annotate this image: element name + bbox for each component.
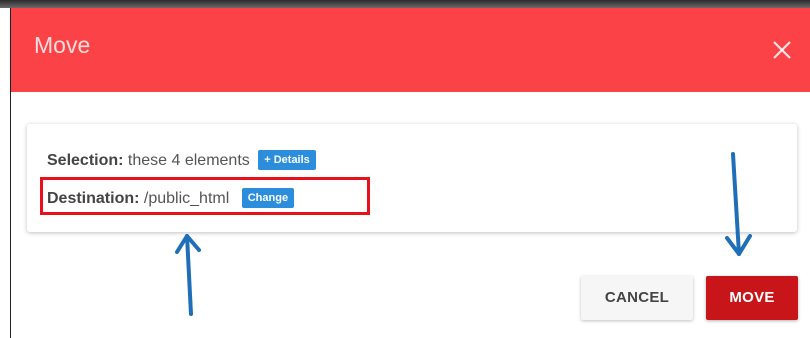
move-dialog: Move Selection: these 4 elements + Detai… (10, 8, 810, 338)
selection-label: Selection: (47, 152, 124, 169)
details-button[interactable]: + Details (258, 150, 316, 170)
close-icon[interactable] (765, 33, 799, 67)
dialog-header: Move (11, 8, 810, 92)
cancel-button[interactable]: CANCEL (581, 276, 693, 320)
arrow-down-icon (725, 152, 752, 256)
selection-value: these 4 elements (127, 152, 250, 169)
background-window-strip (0, 0, 810, 8)
dialog-title: Move (34, 32, 91, 58)
destination-highlight-box (40, 177, 370, 215)
move-button[interactable]: MOVE (706, 276, 798, 320)
selection-row: Selection: these 4 elements + Details (47, 150, 316, 170)
arrow-up-icon (175, 234, 201, 316)
move-info-card: Selection: these 4 elements + Details De… (27, 124, 797, 232)
